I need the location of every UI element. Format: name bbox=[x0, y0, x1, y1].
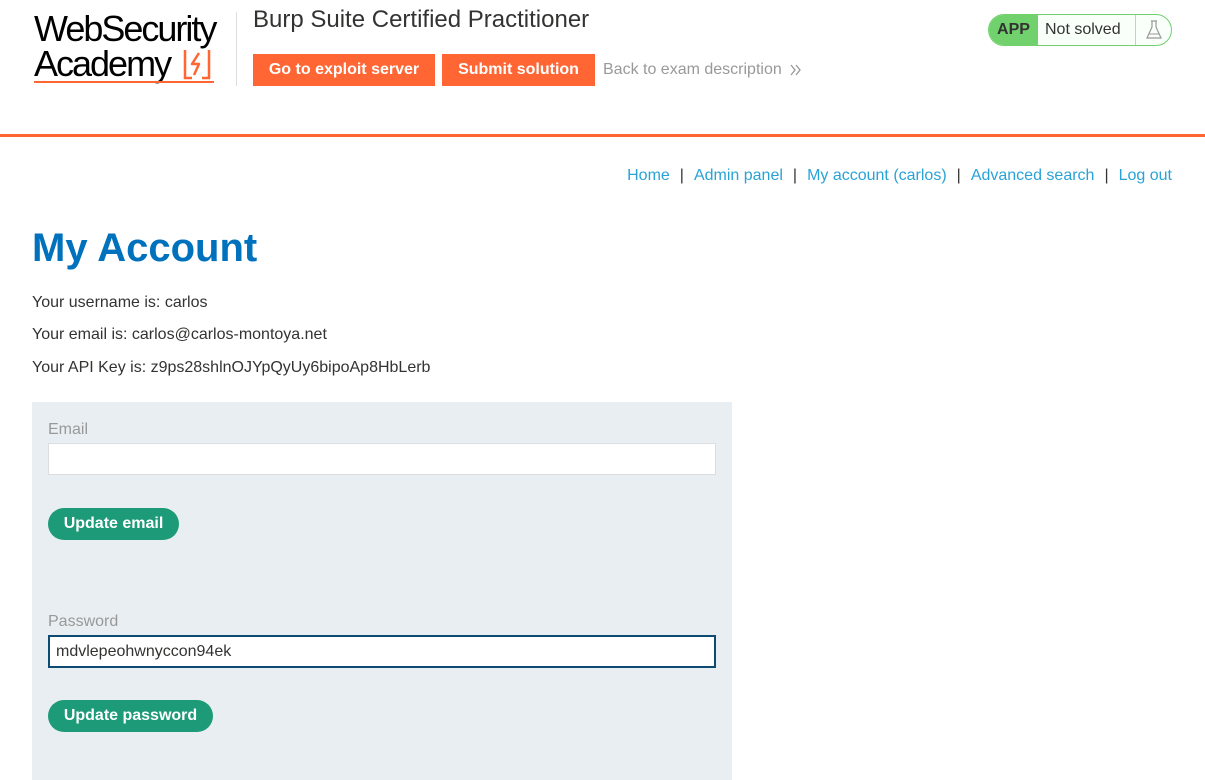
update-password-button[interactable]: Update password bbox=[48, 700, 213, 732]
status-flask-container bbox=[1135, 15, 1171, 45]
nav-home-link[interactable]: Home bbox=[627, 167, 670, 184]
username-info: Your username is: carlos bbox=[32, 294, 208, 311]
logo-text-line1: WebSecurity bbox=[34, 8, 217, 49]
password-field[interactable] bbox=[48, 635, 716, 668]
api-key-info: Your API Key is: z9ps28shlnOJYpQyUy6bipo… bbox=[32, 359, 431, 376]
logo-underline bbox=[34, 81, 214, 83]
nav-my-account-link[interactable]: My account (carlos) bbox=[807, 167, 947, 184]
logo-text-line2: Academy bbox=[34, 43, 172, 84]
submit-solution-button[interactable]: Submit solution bbox=[442, 54, 595, 86]
lab-status-widget: APP Not solved bbox=[988, 14, 1172, 46]
header-divider bbox=[236, 12, 237, 86]
lab-header: WebSecurity Academy Burp Suite Certified… bbox=[0, 0, 1205, 137]
back-to-exam-description-link[interactable]: Back to exam description bbox=[603, 54, 802, 86]
status-text: Not solved bbox=[1045, 21, 1121, 38]
top-nav: Home | Admin panel | My account (carlos) | Adv… bbox=[627, 167, 1172, 185]
flask-icon bbox=[1146, 20, 1162, 39]
nav-separator: | bbox=[792, 167, 798, 184]
email-label: Email bbox=[48, 421, 89, 438]
email-info: Your email is: carlos@carlos-montoya.net bbox=[32, 326, 327, 343]
nav-advanced-search-link[interactable]: Advanced search bbox=[971, 167, 1095, 184]
nav-separator: | bbox=[1104, 167, 1109, 184]
status-app-badge: APP bbox=[989, 15, 1038, 45]
nav-log-out-link[interactable]: Log out bbox=[1119, 167, 1172, 184]
back-link-label: Back to exam description bbox=[603, 61, 782, 78]
double-chevron-right-icon bbox=[790, 64, 801, 76]
nav-separator: | bbox=[956, 167, 961, 184]
web-security-academy-logo[interactable]: WebSecurity Academy bbox=[34, 11, 234, 85]
update-email-button[interactable]: Update email bbox=[48, 508, 179, 540]
nav-admin-panel-link[interactable]: Admin panel bbox=[694, 167, 783, 184]
nav-separator: | bbox=[679, 167, 684, 184]
lab-title: Burp Suite Certified Practitioner bbox=[253, 6, 590, 33]
lightning-bracket-icon bbox=[183, 50, 211, 80]
page-title: My Account bbox=[32, 226, 258, 270]
account-settings-panel: Email Update email Password Update passw… bbox=[32, 402, 732, 780]
email-field[interactable] bbox=[48, 443, 716, 475]
go-to-exploit-server-button[interactable]: Go to exploit server bbox=[253, 54, 435, 86]
password-label: Password bbox=[48, 613, 119, 630]
